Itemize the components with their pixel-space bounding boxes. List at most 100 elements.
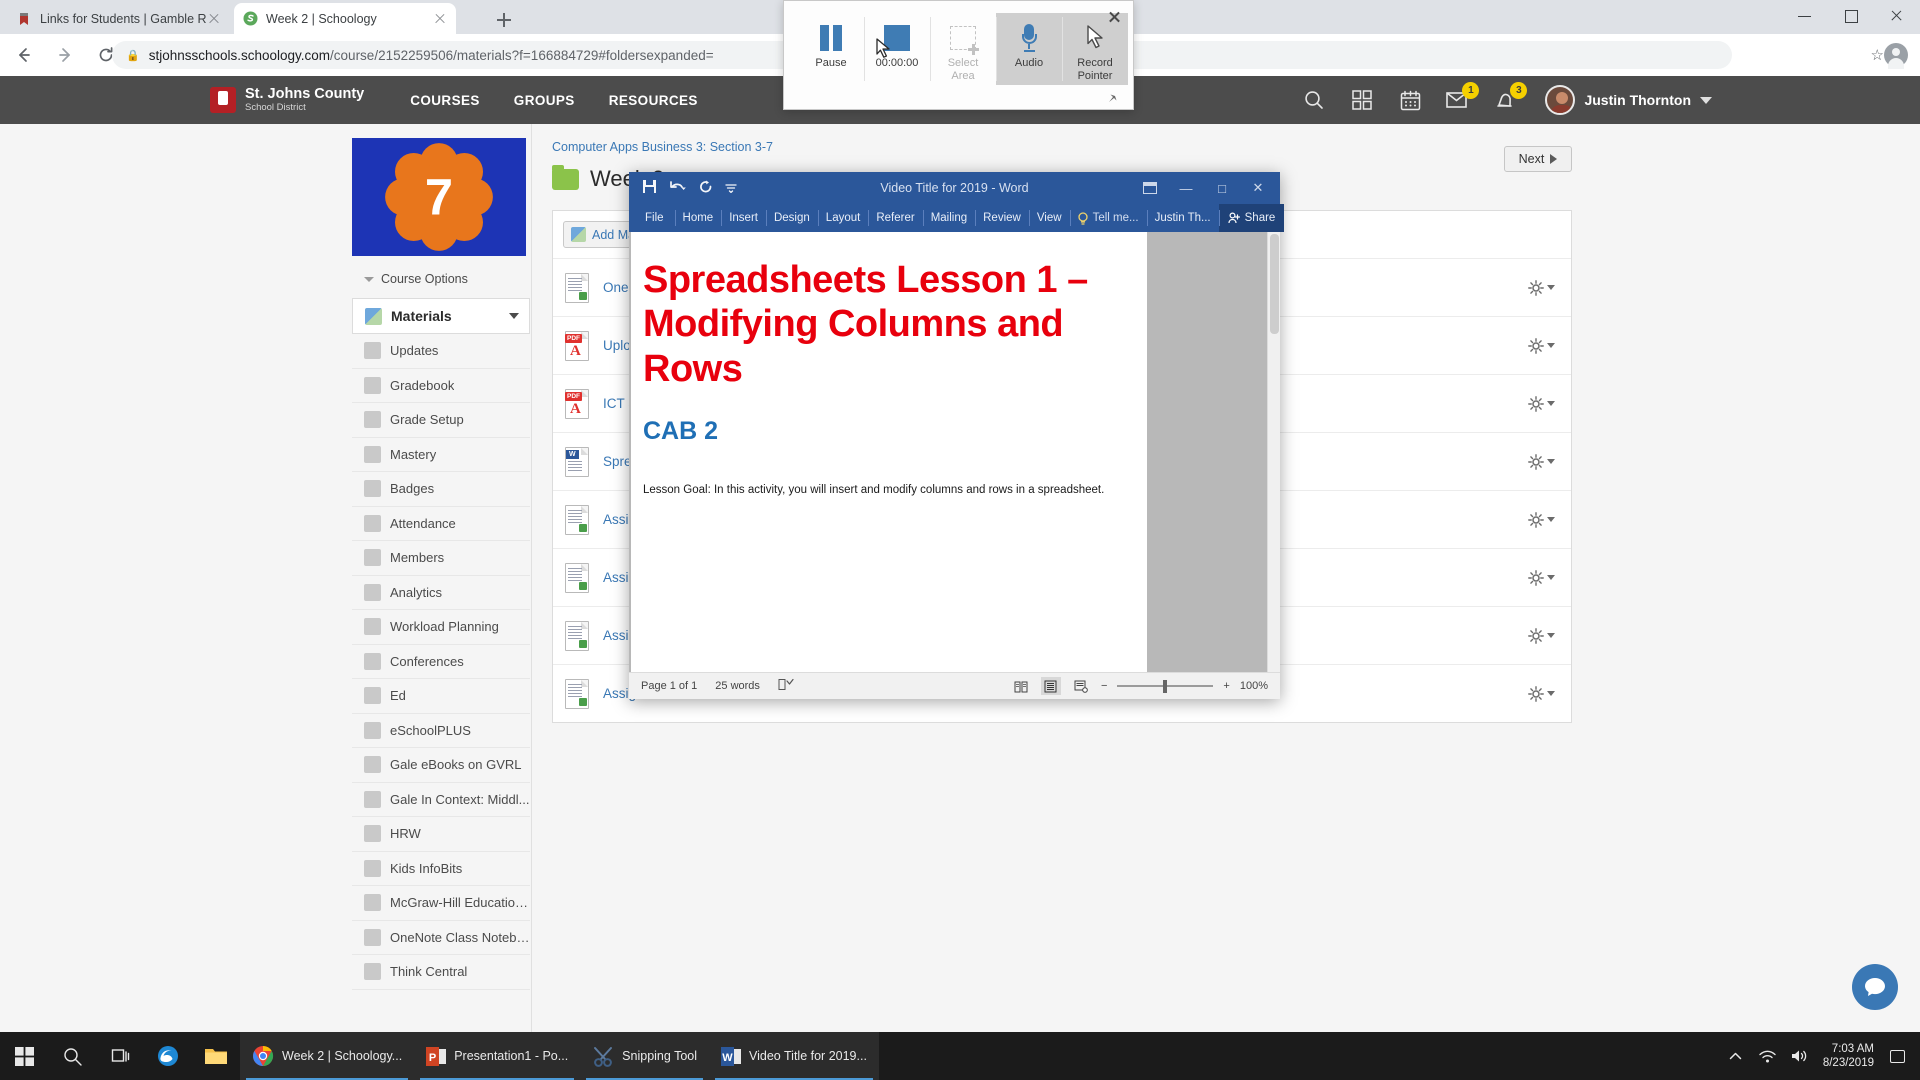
new-tab-button[interactable] (492, 8, 516, 32)
tab-review[interactable]: Review (975, 204, 1029, 232)
taskbar-item-chrome[interactable]: Week 2 | Schoology... (240, 1032, 415, 1080)
taskbar-item-powerpoint[interactable]: P Presentation1 - Po... (414, 1032, 581, 1080)
word-window[interactable]: Video Title for 2019 - Word — □ ✕ File H… (629, 172, 1285, 699)
back-icon[interactable] (7, 38, 41, 72)
sidebar-item-gale-in-context-middl[interactable]: Gale In Context: Middl... (352, 783, 530, 817)
sidebar-item-workload-planning[interactable]: Workload Planning (352, 610, 530, 645)
word-account-name[interactable]: Justin Th... (1146, 204, 1219, 232)
audio-button[interactable]: Audio (996, 13, 1062, 85)
material-options-button[interactable] (1528, 627, 1555, 644)
next-button[interactable]: Next (1504, 146, 1572, 172)
ribbon-display-options-icon[interactable] (1132, 172, 1168, 204)
nav-groups[interactable]: GROUPS (514, 93, 575, 108)
district-logo[interactable]: St. Johns County School District (210, 87, 364, 113)
volume-icon[interactable] (1791, 1047, 1809, 1065)
zoom-slider-handle[interactable] (1163, 679, 1167, 693)
chevron-down-icon[interactable] (1700, 96, 1712, 104)
tell-me-search[interactable]: Tell me... (1069, 204, 1147, 232)
bookmark-star-icon[interactable]: ☆ (1871, 46, 1884, 64)
tab-file[interactable]: File (641, 204, 675, 232)
sidebar-item-updates[interactable]: Updates (352, 334, 530, 369)
taskbar-item-word[interactable]: W Video Title for 2019... (709, 1032, 879, 1080)
share-button[interactable]: Share (1218, 204, 1285, 232)
tab-layout[interactable]: Layout (817, 204, 869, 232)
action-center-icon[interactable] (1888, 1047, 1906, 1065)
tab-home[interactable]: Home (674, 204, 722, 232)
sidebar-item-ed[interactable]: Ed (352, 679, 530, 714)
zoom-slider[interactable] (1117, 677, 1214, 695)
taskbar-file-explorer[interactable] (192, 1032, 240, 1080)
apps-grid-icon[interactable] (1349, 87, 1375, 113)
browser-tab-active[interactable]: Week 2 | Schoology (234, 3, 456, 34)
material-options-button[interactable] (1528, 685, 1555, 702)
undo-icon[interactable] (669, 180, 687, 196)
word-count[interactable]: 25 words (715, 680, 760, 692)
sidebar-item-onenote-class-notebo[interactable]: OneNote Class Notebo... (352, 921, 530, 955)
proofing-icon[interactable] (778, 678, 794, 694)
search-icon[interactable] (48, 1032, 96, 1080)
zoom-in-button[interactable]: + (1223, 680, 1229, 692)
sidebar-item-grade-setup[interactable]: Grade Setup (352, 403, 530, 438)
sidebar-item-badges[interactable]: Badges (352, 472, 530, 507)
sidebar-item-mcgraw-hill-education[interactable]: McGraw-Hill Education... (352, 886, 530, 921)
browser-profile-avatar[interactable] (1884, 43, 1908, 69)
sidebar-item-conferences[interactable]: Conferences (352, 645, 530, 679)
user-menu[interactable]: Justin Thornton (1545, 85, 1712, 115)
tab-insert[interactable]: Insert (721, 204, 766, 232)
sidebar-item-eschoolplus[interactable]: eSchoolPLUS (352, 714, 530, 748)
material-options-button[interactable] (1528, 279, 1555, 296)
start-icon[interactable] (0, 1032, 48, 1080)
material-name[interactable]: Spre (603, 454, 632, 469)
save-icon[interactable] (642, 179, 657, 197)
pause-button[interactable]: Pause (798, 13, 864, 85)
word-document-canvas[interactable]: Spreadsheets Lesson 1 – Modifying Column… (629, 232, 1280, 672)
web-layout-icon[interactable] (1071, 677, 1091, 695)
sidebar-item-analytics[interactable]: Analytics (352, 576, 530, 610)
course-options-toggle[interactable]: Course Options (352, 272, 530, 286)
word-title-bar[interactable]: Video Title for 2019 - Word — □ ✕ (629, 172, 1280, 204)
close-window-button[interactable] (1874, 0, 1920, 32)
maximize-button[interactable]: □ (1204, 172, 1240, 204)
word-page[interactable]: Spreadsheets Lesson 1 – Modifying Column… (631, 232, 1147, 672)
tab-view[interactable]: View (1028, 204, 1070, 232)
maximize-button[interactable] (1828, 0, 1874, 32)
forward-icon[interactable] (48, 38, 82, 72)
minimize-button[interactable] (1782, 0, 1828, 32)
close-icon[interactable] (1107, 9, 1122, 24)
zoom-level[interactable]: 100% (1240, 680, 1268, 692)
word-vertical-scrollbar[interactable] (1267, 232, 1280, 672)
tab-design[interactable]: Design (765, 204, 818, 232)
customize-qat-icon[interactable] (725, 180, 737, 196)
sidebar-item-mastery[interactable]: Mastery (352, 438, 530, 472)
stop-button[interactable]: 00:00:00 (864, 13, 930, 85)
calendar-icon[interactable] (1397, 87, 1423, 113)
nav-resources[interactable]: RESOURCES (609, 93, 698, 108)
material-options-button[interactable] (1528, 511, 1555, 528)
close-button[interactable]: ✕ (1240, 172, 1276, 204)
sidebar-item-think-central[interactable]: Think Central (352, 955, 530, 990)
close-icon[interactable] (206, 11, 222, 27)
tab-references[interactable]: Referer (868, 204, 922, 232)
breadcrumb[interactable]: Computer Apps Business 3: Section 3-7 (552, 124, 1572, 154)
search-icon[interactable] (1301, 87, 1327, 113)
material-options-button[interactable] (1528, 395, 1555, 412)
sidebar-item-kids-infobits[interactable]: Kids InfoBits (352, 852, 530, 886)
sidebar-item-gale-ebooks-on-gvrl[interactable]: Gale eBooks on GVRL (352, 748, 530, 783)
sidebar-item-members[interactable]: Members (352, 541, 530, 576)
close-icon[interactable] (432, 11, 448, 27)
show-hidden-icons-icon[interactable] (1727, 1047, 1745, 1065)
read-mode-icon[interactable] (1011, 677, 1031, 695)
browser-tab-inactive[interactable]: Links for Students | Gamble Rog (8, 3, 230, 34)
material-options-button[interactable] (1528, 569, 1555, 586)
network-icon[interactable] (1759, 1047, 1777, 1065)
tab-mailings[interactable]: Mailing (922, 204, 975, 232)
chevron-down-icon[interactable] (509, 313, 519, 319)
messages-icon[interactable]: 1 (1445, 82, 1480, 113)
scrollbar-thumb[interactable] (1270, 234, 1279, 334)
nav-courses[interactable]: COURSES (410, 93, 480, 108)
page-indicator[interactable]: Page 1 of 1 (641, 680, 697, 692)
sidebar-item-gradebook[interactable]: Gradebook (352, 369, 530, 403)
task-view-icon[interactable] (96, 1032, 144, 1080)
notifications-icon[interactable]: 3 (1493, 82, 1528, 113)
zoom-out-button[interactable]: − (1101, 680, 1107, 692)
